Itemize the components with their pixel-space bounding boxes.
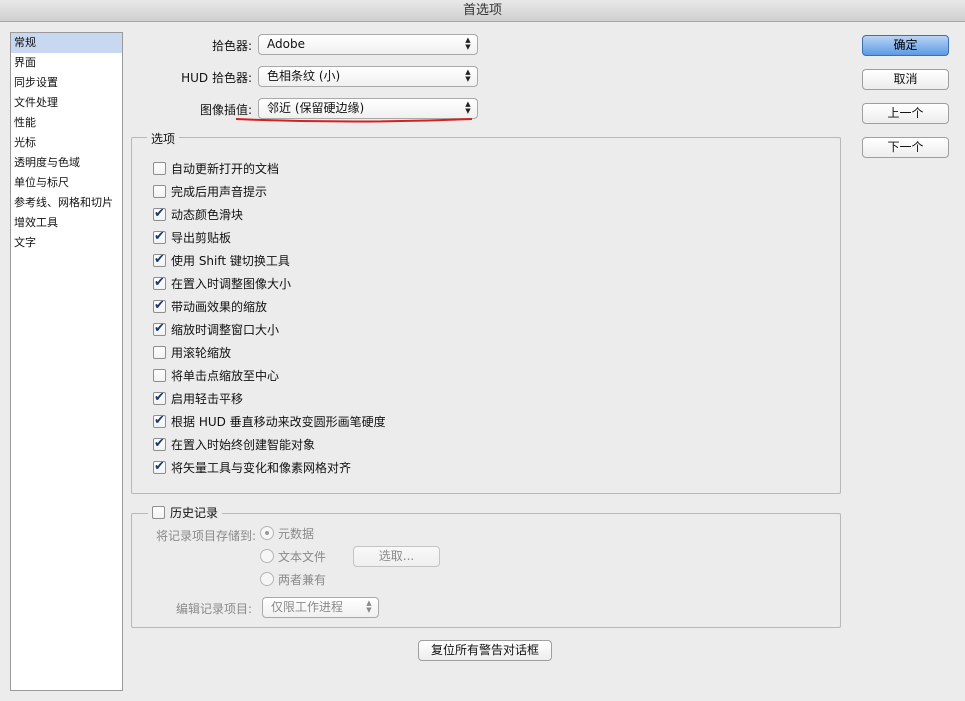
stepper-arrows-icon: ▲ ▼	[465, 100, 471, 115]
ok-button[interactable]: 确定	[862, 35, 949, 56]
radio-label: 元数据	[278, 526, 315, 541]
options-group-title: 选项	[147, 130, 180, 147]
sidebar-item-units-rulers[interactable]: 单位与标尺	[11, 173, 122, 193]
sidebar-item-transparency-gamut[interactable]: 透明度与色域	[11, 153, 122, 173]
sidebar-item-type[interactable]: 文字	[11, 233, 122, 253]
option-label: 根据 HUD 垂直移动来改变圆形画笔硬度	[171, 414, 386, 429]
image-interpolation-select[interactable]: 邻近 (保留硬边缘) ▲ ▼	[258, 98, 478, 119]
option-label: 使用 Shift 键切换工具	[171, 253, 290, 268]
window-title: 首选项	[0, 0, 965, 22]
sidebar-item-guides-grid-slices[interactable]: 参考线、网格和切片	[11, 193, 122, 213]
sidebar-item-performance[interactable]: 性能	[11, 113, 122, 133]
sidebar-item-file-handling[interactable]: 文件处理	[11, 93, 122, 113]
radio-button[interactable]	[260, 526, 274, 540]
stepper-arrows-icon: ▲ ▼	[465, 68, 471, 83]
radio-button[interactable]	[260, 549, 274, 563]
option-label: 动态颜色滑块	[171, 207, 244, 222]
checkbox[interactable]	[153, 321, 166, 336]
reset-all-warnings-button[interactable]: 复位所有警告对话框	[418, 640, 552, 661]
option-zoom-resizes-windows[interactable]: 缩放时调整窗口大小	[153, 319, 279, 339]
option-beep-when-done[interactable]: 完成后用声音提示	[153, 181, 267, 201]
stepper-arrows-icon: ▲ ▼	[465, 36, 471, 51]
sidebar-item-interface[interactable]: 界面	[11, 53, 122, 73]
checkbox[interactable]	[153, 275, 166, 290]
option-label: 在置入时始终创建智能对象	[171, 437, 316, 452]
option-label: 带动画效果的缩放	[171, 299, 268, 314]
checkbox[interactable]	[153, 206, 166, 221]
option-label: 完成后用声音提示	[171, 184, 268, 199]
sidebar-item-sync-settings[interactable]: 同步设置	[11, 73, 122, 93]
checkbox[interactable]	[153, 298, 166, 313]
option-label: 在置入时调整图像大小	[171, 276, 292, 291]
checkbox[interactable]	[153, 161, 166, 175]
radio-text-file[interactable]: 文本文件	[260, 546, 326, 566]
radio-label: 两者兼有	[278, 572, 327, 587]
option-label: 将矢量工具与变化和像素网格对齐	[171, 460, 352, 475]
image-interpolation-label: 图像插值:	[199, 103, 252, 117]
option-zoom-clicked-point-center[interactable]: 将单击点缩放至中心	[153, 365, 279, 385]
checkbox[interactable]	[153, 184, 166, 198]
option-label: 将单击点缩放至中心	[171, 368, 280, 383]
checkbox[interactable]	[153, 413, 166, 428]
cancel-button[interactable]: 取消	[862, 69, 949, 90]
option-zoom-with-scroll-wheel[interactable]: 用滚轮缩放	[153, 342, 231, 362]
option-label: 导出剪贴板	[171, 230, 232, 245]
history-group-title: 历史记录	[170, 505, 219, 520]
checkbox[interactable]	[153, 252, 166, 267]
checkbox[interactable]	[153, 436, 166, 451]
red-underline-annotation	[235, 118, 473, 123]
option-resize-on-place[interactable]: 在置入时调整图像大小	[153, 273, 291, 293]
sidebar-item-general[interactable]: 常规	[11, 33, 122, 53]
image-interpolation-value: 邻近 (保留硬边缘)	[267, 101, 365, 115]
checkbox[interactable]	[153, 229, 166, 244]
radio-button[interactable]	[260, 572, 274, 586]
option-dynamic-color-sliders[interactable]: 动态颜色滑块	[153, 204, 243, 224]
hud-color-picker-label: HUD 拾色器:	[181, 71, 252, 85]
sidebar: 常规 界面 同步设置 文件处理 性能 光标 透明度与色域 单位与标尺 参考线、网…	[10, 32, 123, 691]
sidebar-item-cursors[interactable]: 光标	[11, 133, 122, 153]
option-animated-zoom[interactable]: 带动画效果的缩放	[153, 296, 267, 316]
checkbox[interactable]	[153, 459, 166, 474]
edit-log-items-label: 编辑记录项目:	[175, 602, 252, 616]
option-shift-tool-switch[interactable]: 使用 Shift 键切换工具	[153, 250, 290, 270]
option-auto-update-docs[interactable]: 自动更新打开的文档	[153, 158, 279, 178]
checkbox[interactable]	[153, 368, 166, 382]
option-export-clipboard[interactable]: 导出剪贴板	[153, 227, 231, 247]
option-flick-panning[interactable]: 启用轻击平移	[153, 388, 243, 408]
edit-log-items-value: 仅限工作进程	[271, 600, 344, 614]
choose-file-button[interactable]: 选取...	[353, 546, 440, 567]
option-snap-vector-tools[interactable]: 将矢量工具与变化和像素网格对齐	[153, 457, 351, 477]
option-always-smart-object[interactable]: 在置入时始终创建智能对象	[153, 434, 315, 454]
next-button[interactable]: 下一个	[862, 137, 949, 158]
edit-log-items-select[interactable]: 仅限工作进程 ▲ ▼	[262, 597, 379, 618]
color-picker-value: Adobe	[267, 37, 305, 51]
previous-button[interactable]: 上一个	[862, 103, 949, 124]
radio-both[interactable]: 两者兼有	[260, 569, 326, 589]
checkbox[interactable]	[152, 505, 165, 519]
radio-label: 文本文件	[278, 549, 327, 564]
radio-metadata[interactable]: 元数据	[260, 523, 314, 543]
checkbox[interactable]	[153, 390, 166, 405]
color-picker-select[interactable]: Adobe ▲ ▼	[258, 34, 478, 55]
color-picker-label: 拾色器:	[211, 39, 252, 53]
option-label: 自动更新打开的文档	[171, 161, 280, 176]
stepper-arrows-icon: ▲ ▼	[366, 599, 372, 614]
sidebar-item-plugins[interactable]: 增效工具	[11, 213, 122, 233]
option-hud-brush-hardness[interactable]: 根据 HUD 垂直移动来改变圆形画笔硬度	[153, 411, 386, 431]
save-log-to-label: 将记录项目存储到:	[155, 529, 256, 543]
option-label: 启用轻击平移	[171, 391, 244, 406]
option-label: 缩放时调整窗口大小	[171, 322, 280, 337]
hud-color-picker-select[interactable]: 色相条纹 (小) ▲ ▼	[258, 66, 478, 87]
history-log-toggle[interactable]: 历史记录	[148, 502, 223, 522]
checkbox[interactable]	[153, 345, 166, 359]
option-label: 用滚轮缩放	[171, 345, 232, 360]
hud-color-picker-value: 色相条纹 (小)	[267, 69, 341, 83]
